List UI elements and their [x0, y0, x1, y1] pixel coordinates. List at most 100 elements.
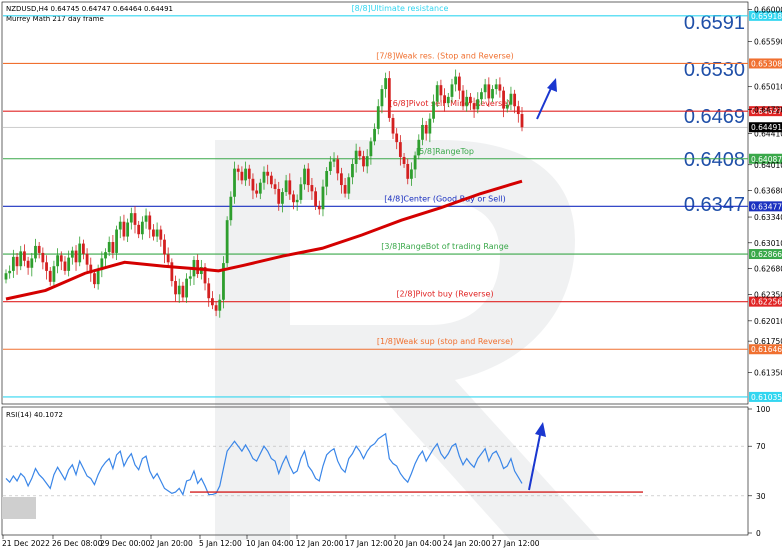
candle-body: [387, 78, 391, 118]
candle-body: [454, 76, 458, 85]
rsi-tick-label: 30: [756, 492, 766, 501]
candle-body: [288, 180, 292, 195]
chart-header-symbol: NZDUSD,H4 0.64745 0.64747 0.64464 0.6449…: [6, 5, 173, 13]
time-tick-label: 17 Jan 12:00: [345, 539, 393, 548]
candle-body: [225, 220, 229, 264]
price-tick-label: 0.64410: [754, 130, 782, 139]
candle-body: [126, 222, 130, 237]
price-tick-label: 0.65590: [754, 37, 782, 46]
candle-body: [26, 260, 30, 268]
candle-body: [413, 155, 417, 170]
price-tick-label: 0.63010: [754, 239, 782, 248]
candle-body: [376, 106, 380, 129]
candle-body: [148, 215, 152, 230]
candle-body: [218, 299, 222, 311]
candle-body: [439, 85, 443, 96]
rsi-pane: [1, 406, 749, 536]
candle-body: [52, 266, 56, 282]
candle-body: [133, 213, 137, 225]
candle-body: [262, 171, 266, 183]
candle-body: [321, 186, 325, 210]
candle-body: [15, 256, 19, 267]
candle-body: [465, 96, 469, 107]
candle-body: [34, 245, 37, 259]
candle-body: [129, 213, 133, 223]
candle-body: [406, 163, 410, 179]
murrey-level-label: [4/8]Center (Good Buy or Sell): [384, 194, 505, 203]
big-label-3: 0.6469: [684, 106, 745, 128]
candle-body: [369, 141, 373, 157]
murrey-level-label: [5/8]RangeTop: [416, 147, 474, 156]
big-label-2: 0.6530: [684, 59, 745, 81]
candle-body: [310, 185, 314, 192]
price-tick-label: 0.66000: [754, 5, 782, 14]
candle-body: [140, 221, 144, 235]
candle-body: [8, 270, 12, 274]
candle-body: [56, 255, 59, 267]
candle-body: [185, 278, 188, 298]
candle-body: [480, 92, 483, 100]
candle-body: [48, 270, 52, 282]
rsi-header: RSI(14) 40.1072: [6, 411, 63, 419]
candle-body: [380, 89, 384, 107]
candle-body: [63, 261, 67, 271]
candle-body: [93, 273, 96, 285]
candle-body: [104, 252, 107, 259]
murrey-price-text: 0.65308: [751, 59, 782, 68]
murrey-level-label: [8/8]Ultimate resistance: [352, 4, 449, 13]
candle-body: [461, 90, 465, 107]
candle-body: [498, 84, 502, 91]
candle-body: [314, 191, 317, 207]
candle-body: [273, 184, 277, 189]
candle-body: [347, 177, 351, 194]
candle-body: [159, 229, 163, 240]
candle-body: [472, 103, 476, 110]
candle-body: [118, 221, 122, 230]
candle-body: [233, 168, 236, 197]
candle-body: [122, 221, 126, 237]
candle-body: [340, 173, 343, 186]
candle-body: [428, 118, 432, 134]
candle-body: [343, 185, 347, 194]
candle-body: [502, 90, 505, 109]
candle-body: [85, 253, 89, 265]
candle-body: [4, 273, 8, 280]
murrey-level-label: [2/8]Pivot buy (Reverse): [396, 290, 493, 299]
candle-body: [384, 78, 388, 90]
candle-body: [410, 169, 413, 179]
candle-body: [520, 114, 524, 128]
candle-body: [258, 182, 262, 194]
murrey-level-label: [1/8]Weak sup (stop and Reverse): [377, 337, 513, 346]
candle-body: [351, 163, 354, 178]
candle-body: [365, 156, 369, 167]
candle-body: [450, 84, 454, 97]
candle-body: [196, 259, 200, 275]
time-tick-label: 21 Dec 2022: [2, 539, 50, 548]
murrey-price-text: 0.63477: [751, 202, 782, 211]
time-tick-label: 29 Dec 00:00: [100, 539, 151, 548]
candle-body: [373, 128, 376, 142]
candle-body: [236, 168, 240, 172]
candle-body: [277, 188, 281, 204]
candle-body: [487, 84, 491, 99]
rsi-tick-label: 0: [756, 529, 761, 538]
candle-body: [115, 229, 118, 253]
candle-body: [362, 156, 365, 167]
candle-body: [398, 142, 402, 157]
time-tick-label: 27 Jan 12:00: [492, 539, 540, 548]
candle-body: [325, 171, 329, 187]
price-tick-label: 0.62680: [754, 265, 782, 274]
candle-body: [166, 254, 170, 263]
murrey-level-label: [7/8]Weak res. (Stop and Reverse): [376, 51, 514, 60]
candle-body: [152, 229, 155, 237]
candle-body: [170, 262, 174, 282]
candle-body: [70, 250, 74, 258]
candle-body: [30, 258, 34, 268]
rsi-corner-box: [2, 497, 36, 519]
candle-body: [45, 262, 48, 271]
candle-body: [96, 270, 100, 285]
candle-body: [457, 76, 461, 91]
candle-body: [74, 250, 78, 263]
price-tick-label: 0.62350: [754, 290, 782, 299]
candle-body: [78, 243, 82, 263]
